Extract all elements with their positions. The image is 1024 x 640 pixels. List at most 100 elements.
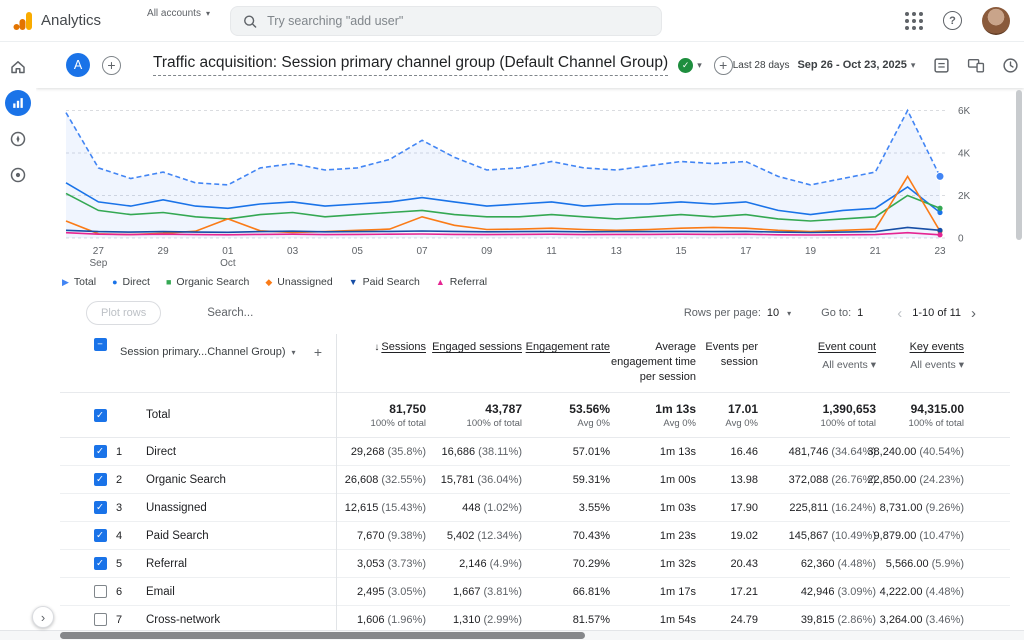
checkbox-icon: ✓ xyxy=(94,529,107,542)
indeterminate-checkbox-icon: − xyxy=(94,338,107,351)
legend-item-organic-search[interactable]: ■Organic Search xyxy=(166,276,249,288)
nav-explore[interactable] xyxy=(5,126,31,152)
column-label: Event count xyxy=(818,341,876,353)
table-search-input[interactable] xyxy=(207,307,427,319)
nav-reports[interactable] xyxy=(5,90,31,116)
unassigned-marker-icon: ◆ xyxy=(265,278,272,287)
paid-search-marker-icon: ▼ xyxy=(349,278,358,287)
chart-legend: ▶Total ●Direct ■Organic Search ◆Unassigned ▼… xyxy=(62,276,1024,288)
metric-value: 70.29% xyxy=(522,558,610,570)
metric-event-filter[interactable]: All events ▾ xyxy=(876,358,964,372)
chevron-down-icon[interactable]: ▾ xyxy=(911,60,916,71)
row-checkbox[interactable] xyxy=(60,585,116,598)
row-checkbox[interactable]: ✓ xyxy=(60,501,116,514)
sessions-over-time-chart: 02K4K6K27Sep2901Oct030507091113151719212… xyxy=(60,88,1020,276)
total-metric-value: 1m 13sAvg 0% xyxy=(610,402,696,429)
property-avatar[interactable]: A xyxy=(66,53,90,77)
search-input[interactable] xyxy=(267,14,649,28)
add-report-button[interactable]: + xyxy=(714,56,733,75)
global-search[interactable] xyxy=(230,6,662,36)
expand-nav-button[interactable]: › xyxy=(32,606,54,628)
column-label: Engagement rate xyxy=(526,341,610,353)
account-switcher-label: All accounts xyxy=(147,8,201,19)
metric-value: 66.81% xyxy=(522,586,610,598)
legend-item-paid-search[interactable]: ▼Paid Search xyxy=(349,276,420,288)
column-header-events-per-session[interactable]: Events per session xyxy=(696,338,758,370)
analytics-logo[interactable]: Analytics xyxy=(12,10,101,32)
chevron-down-icon[interactable]: ▾ xyxy=(697,60,702,71)
legend-item-referral[interactable]: ▲Referral xyxy=(436,276,487,288)
column-header-sessions[interactable]: ↓Sessions xyxy=(336,338,426,355)
table-header-row: − Session primary...Channel Group) ▾ + ↓… xyxy=(60,334,1010,392)
horizontal-scrollbar-thumb[interactable] xyxy=(60,632,585,639)
legend-item-unassigned[interactable]: ◆Unassigned xyxy=(265,276,332,288)
nav-home[interactable] xyxy=(5,54,31,80)
add-dimension-button[interactable]: + xyxy=(314,344,322,360)
metric-event-filter[interactable]: All events ▾ xyxy=(758,358,876,372)
row-checkbox[interactable]: ✓ xyxy=(60,473,116,486)
insights-clock-icon[interactable] xyxy=(1002,57,1019,74)
metric-value: 70.43% xyxy=(522,530,610,542)
notes-icon[interactable] xyxy=(933,57,950,74)
column-header-key-events[interactable]: Key events All events ▾ xyxy=(876,338,964,372)
legend-item-total[interactable]: ▶Total xyxy=(62,276,96,288)
select-all-checkbox[interactable]: − xyxy=(60,338,116,351)
row-checkbox[interactable]: ✓ xyxy=(60,445,116,458)
dimension-selector[interactable]: Session primary...Channel Group) ▾ + xyxy=(116,338,336,360)
column-header-event-count[interactable]: Event count All events ▾ xyxy=(758,338,876,372)
column-label: Key events xyxy=(910,341,964,353)
channel-name: Direct xyxy=(142,446,336,458)
previous-page-icon[interactable]: ‹ xyxy=(893,306,906,321)
next-page-icon[interactable]: › xyxy=(967,306,980,321)
user-avatar[interactable] xyxy=(982,7,1010,35)
column-header-average-engagement-time-per-session[interactable]: Average engagement time per session xyxy=(610,338,696,385)
total-metric-value: 81,750100% of total xyxy=(336,402,426,429)
rows-per-page-select[interactable]: 10 xyxy=(767,307,779,319)
metric-value: 5,402(12.34%) xyxy=(426,530,522,542)
svg-text:29: 29 xyxy=(158,246,170,257)
metric-value: 1m 23s xyxy=(610,530,696,542)
legend-item-direct[interactable]: ●Direct xyxy=(112,276,150,288)
account-switcher[interactable]: All accounts ▾ xyxy=(147,8,210,19)
table-row-paid-search: ✓4Paid Search7,670(9.38%)5,402(12.34%)70… xyxy=(60,522,1010,550)
column-header-engaged-sessions[interactable]: Engaged sessions xyxy=(426,338,522,355)
metric-value: 81.57% xyxy=(522,614,610,626)
svg-text:21: 21 xyxy=(870,246,882,257)
chevron-down-icon[interactable]: ▾ xyxy=(787,309,791,318)
total-metric-value: 43,787100% of total xyxy=(426,402,522,429)
row-checkbox[interactable] xyxy=(60,613,116,626)
column-header-engagement-rate[interactable]: Engagement rate xyxy=(522,338,610,355)
apps-grid-icon[interactable] xyxy=(905,12,923,30)
table-row-referral: ✓5Referral3,053(3.73%)2,146(4.9%)70.29%1… xyxy=(60,550,1010,578)
row-checkbox[interactable]: ✓ xyxy=(60,557,116,570)
add-comparison-button[interactable]: + xyxy=(102,56,121,75)
home-icon xyxy=(9,58,27,76)
svg-text:01: 01 xyxy=(222,246,234,257)
svg-text:4K: 4K xyxy=(958,149,971,160)
total-row-checkbox[interactable]: ✓ xyxy=(60,409,116,422)
page-title[interactable]: Traffic acquisition: Session primary cha… xyxy=(153,54,668,76)
vertical-scrollbar[interactable] xyxy=(1016,90,1022,240)
devices-comparison-icon[interactable] xyxy=(967,57,985,74)
metric-value: 1m 00s xyxy=(610,474,696,486)
checkbox-icon: ✓ xyxy=(94,557,107,570)
nav-advertising[interactable] xyxy=(5,162,31,188)
svg-text:09: 09 xyxy=(481,246,493,257)
column-label: Engaged sessions xyxy=(432,341,522,353)
metric-value: 145,867(10.49%) xyxy=(758,530,876,542)
date-range-picker[interactable]: Sep 26 - Oct 23, 2025 xyxy=(797,59,906,71)
left-nav xyxy=(0,42,36,630)
metric-value: 13.98 xyxy=(696,474,758,486)
reports-icon xyxy=(10,95,26,111)
help-icon[interactable]: ? xyxy=(943,11,962,30)
date-range-preset: Last 28 days xyxy=(733,60,790,71)
metric-value: 1,310(2.99%) xyxy=(426,614,522,626)
row-checkbox[interactable]: ✓ xyxy=(60,529,116,542)
channel-name: Organic Search xyxy=(142,474,336,486)
plot-rows-button[interactable]: Plot rows xyxy=(86,301,161,325)
metric-value: 2,146(4.9%) xyxy=(426,558,522,570)
go-to-page-input[interactable]: 1 xyxy=(857,307,863,319)
metric-value: 16.46 xyxy=(696,446,758,458)
horizontal-scrollbar[interactable] xyxy=(0,630,1024,640)
total-metric-value: 1,390,653100% of total xyxy=(758,402,876,429)
